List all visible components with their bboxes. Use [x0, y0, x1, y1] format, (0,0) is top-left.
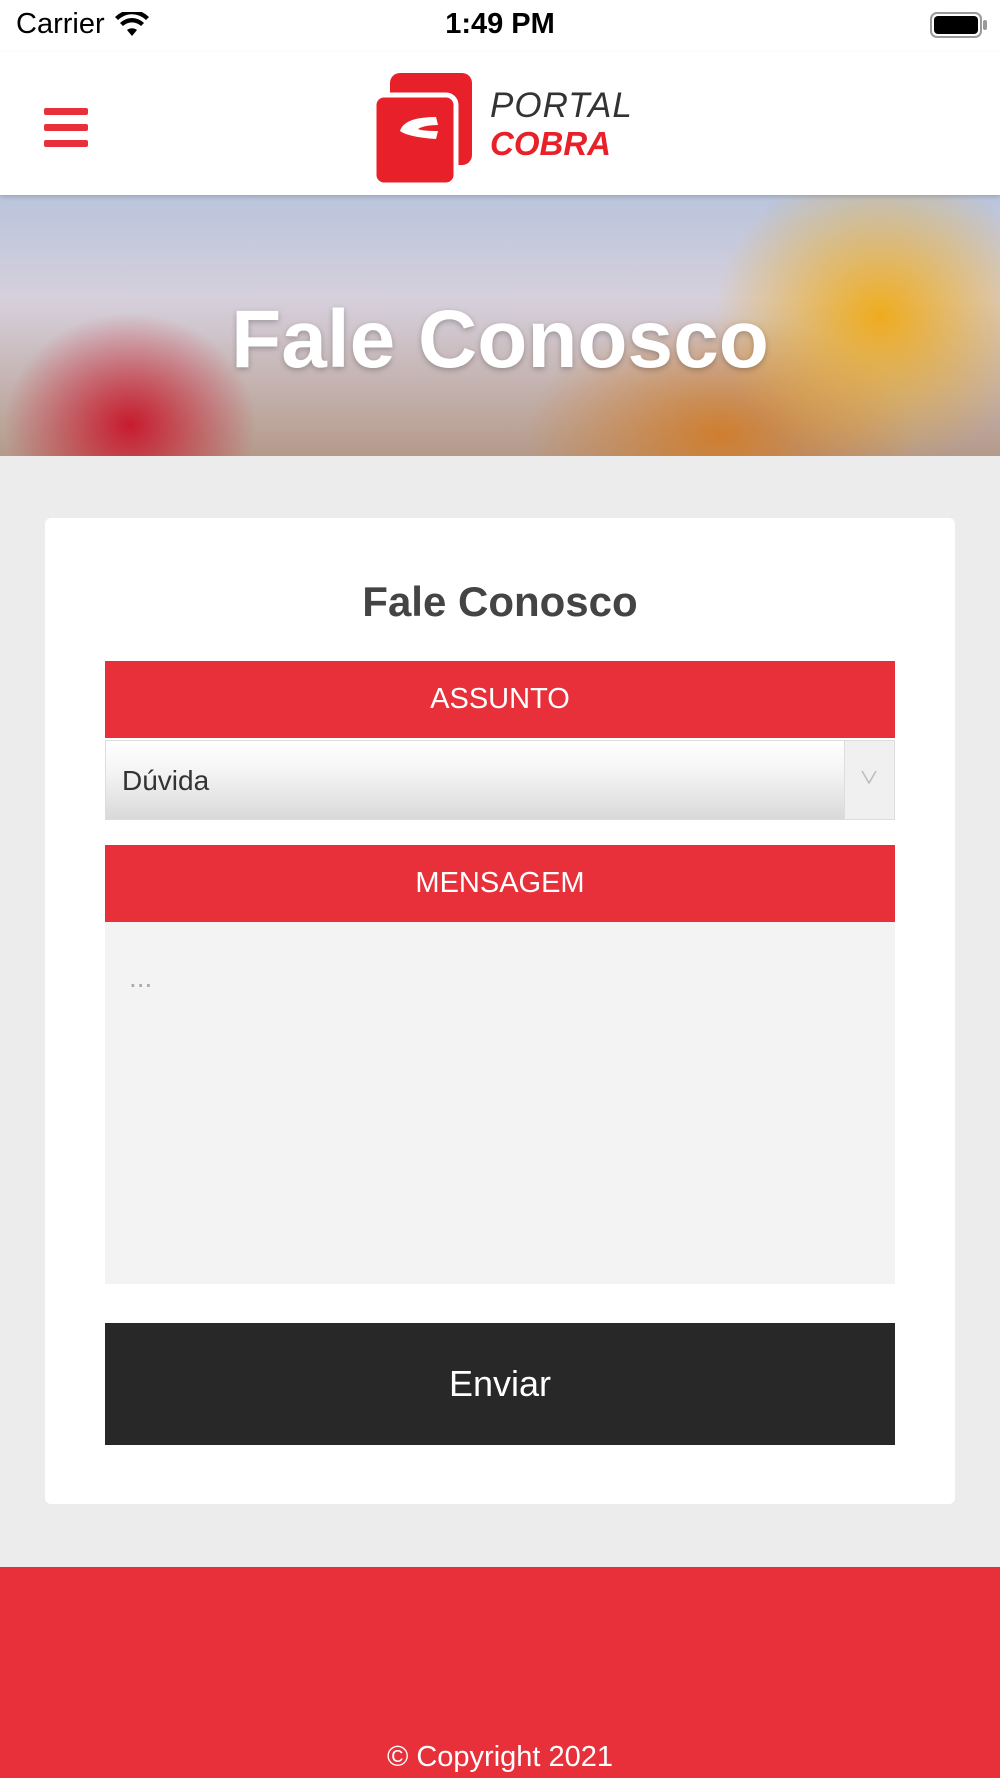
- subject-label: ASSUNTO: [105, 661, 895, 738]
- battery-icon: [930, 12, 987, 38]
- copyright-text: © Copyright 2021: [386, 1741, 614, 1773]
- contact-form-card: Fale Conosco ASSUNTO Dúvida MENSAGEM Env…: [45, 518, 955, 1504]
- status-time: 1:49 PM: [445, 8, 555, 40]
- submit-button[interactable]: Enviar: [105, 1323, 895, 1445]
- chevron-down-icon: [861, 770, 877, 785]
- app-header: PORTAL COBRA: [0, 52, 1000, 195]
- logo-portal-text: PORTAL: [490, 86, 633, 125]
- subject-selected-value: Dúvida: [122, 765, 210, 796]
- logo-cobra-text: COBRA: [490, 125, 611, 162]
- subject-select[interactable]: Dúvida: [105, 740, 895, 820]
- message-textarea[interactable]: [105, 922, 895, 1284]
- footer: © Copyright 2021: [0, 1567, 1000, 1778]
- status-bar: Carrier 1:49 PM: [0, 0, 1000, 52]
- hero-title: Fale Conosco: [231, 294, 769, 385]
- cobra-logo-icon: [374, 73, 472, 185]
- hamburger-menu-icon[interactable]: [44, 108, 88, 148]
- portal-cobra-logo[interactable]: PORTAL COBRA: [374, 73, 634, 185]
- logo-text: PORTAL COBRA: [490, 87, 633, 163]
- message-label: MENSAGEM: [105, 845, 895, 922]
- hero-banner: Fale Conosco: [0, 195, 1000, 456]
- select-arrow-box[interactable]: [844, 741, 894, 819]
- form-title: Fale Conosco: [362, 578, 638, 625]
